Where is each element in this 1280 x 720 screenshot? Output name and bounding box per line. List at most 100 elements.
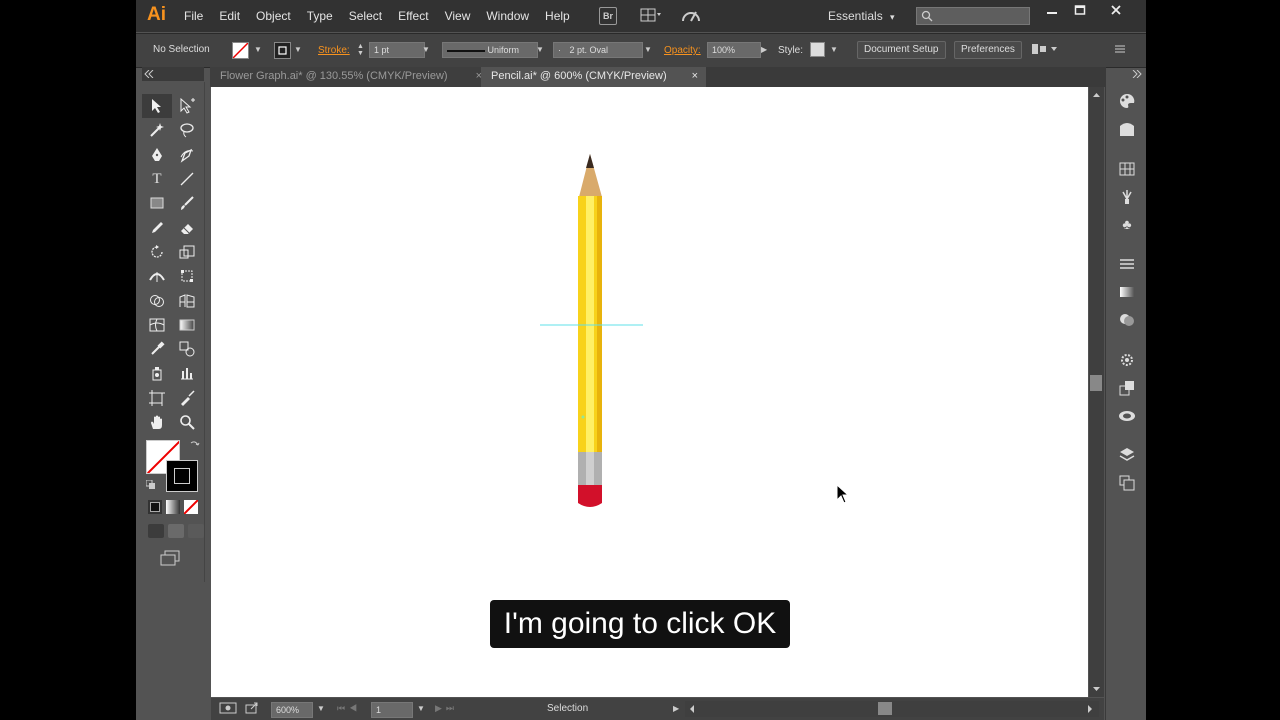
- menu-edit[interactable]: Edit: [219, 9, 240, 23]
- brush-definition[interactable]: · 2 pt. Oval: [553, 42, 643, 58]
- zoom-dropdown-icon[interactable]: ▼: [317, 704, 325, 713]
- draw-inside-icon[interactable]: [188, 524, 204, 538]
- stroke-label[interactable]: Stroke:: [318, 45, 350, 56]
- paintbrush-tool-icon[interactable]: [172, 191, 202, 215]
- default-colors-icon[interactable]: [146, 480, 156, 490]
- scroll-up-arrow-icon[interactable]: [1089, 89, 1104, 101]
- opacity-field[interactable]: 100%: [707, 42, 761, 58]
- scroll-down-arrow-icon[interactable]: [1089, 683, 1104, 695]
- graphic-styles-panel-icon[interactable]: [1118, 379, 1136, 397]
- shape-builder-tool-icon[interactable]: [142, 288, 172, 312]
- screen-mode-icon[interactable]: [160, 550, 180, 571]
- preferences-button[interactable]: Preferences: [954, 41, 1022, 59]
- eraser-tool-icon[interactable]: [172, 215, 202, 239]
- artboards-panel-icon[interactable]: [1118, 474, 1136, 492]
- workspace-switcher[interactable]: Essentials ▾: [828, 9, 895, 23]
- draw-normal-icon[interactable]: [148, 524, 164, 538]
- current-tool-label[interactable]: Selection: [547, 703, 588, 714]
- brushes-panel-icon[interactable]: [1118, 188, 1136, 206]
- stroke-swatch[interactable]: [274, 42, 291, 59]
- align-options-icon[interactable]: [1031, 42, 1059, 59]
- opacity-arrow-icon[interactable]: ▶: [761, 45, 767, 54]
- swap-arrow-icon[interactable]: [190, 440, 200, 450]
- free-transform-tool-icon[interactable]: [172, 264, 202, 288]
- menu-help[interactable]: Help: [545, 9, 570, 23]
- width-tool-icon[interactable]: [142, 264, 172, 288]
- scroll-thumb[interactable]: [1090, 375, 1102, 391]
- fill-swatch[interactable]: [232, 42, 249, 59]
- swatches-panel-icon[interactable]: [1118, 160, 1136, 178]
- stroke-color-swatch[interactable]: [166, 460, 198, 492]
- search-input[interactable]: [916, 7, 1030, 25]
- pencil-illustration[interactable]: [578, 154, 602, 507]
- color-guide-icon[interactable]: [1118, 120, 1136, 138]
- artboard-prev-icons[interactable]: ⏮◀: [337, 703, 361, 714]
- scroll-right-arrow-icon[interactable]: [1085, 701, 1095, 717]
- appearance-panel-icon[interactable]: [1118, 351, 1136, 369]
- panel-menu-icon[interactable]: [1113, 43, 1127, 58]
- brush-dropdown-icon[interactable]: ▼: [644, 45, 652, 54]
- gradient-icon[interactable]: [166, 500, 180, 514]
- pen-tool-icon[interactable]: [142, 143, 172, 167]
- transparency-panel-icon[interactable]: [1118, 311, 1136, 329]
- menu-file[interactable]: File: [184, 9, 203, 23]
- none-icon[interactable]: [184, 500, 198, 514]
- eyedropper-tool-icon[interactable]: [142, 337, 172, 361]
- zoom-scale-icon[interactable]: [219, 702, 237, 717]
- perspective-grid-tool-icon[interactable]: [172, 288, 202, 312]
- horizontal-scrollbar[interactable]: [685, 701, 1099, 717]
- h-scroll-thumb[interactable]: [878, 702, 892, 715]
- menu-object[interactable]: Object: [256, 9, 291, 23]
- menu-window[interactable]: Window: [486, 9, 529, 23]
- rectangle-tool-icon[interactable]: [142, 191, 172, 215]
- opacity-label[interactable]: Opacity:: [664, 45, 701, 56]
- zoom-level-field[interactable]: 600%: [271, 702, 313, 718]
- zoom-tool-icon[interactable]: [172, 410, 202, 434]
- close-tab-icon[interactable]: ×: [692, 67, 698, 86]
- rotate-tool-icon[interactable]: [142, 240, 172, 264]
- stroke-dropdown-icon[interactable]: ▼: [294, 45, 302, 54]
- stroke-weight-stepper[interactable]: ▲ ▼: [357, 43, 364, 57]
- variable-width-profile[interactable]: Uniform: [442, 42, 538, 58]
- vertical-scrollbar[interactable]: [1089, 87, 1104, 697]
- stroke-weight-dropdown-icon[interactable]: ▼: [422, 45, 430, 54]
- slice-tool-icon[interactable]: [172, 386, 202, 410]
- menu-type[interactable]: Type: [307, 9, 333, 23]
- color-panel-icon[interactable]: [1118, 92, 1136, 110]
- graphic-style-swatch[interactable]: [810, 42, 825, 57]
- column-graph-tool-icon[interactable]: [172, 361, 202, 385]
- bridge-button[interactable]: Br: [599, 7, 617, 25]
- gradient-tool-icon[interactable]: [172, 313, 202, 337]
- collapse-arrows-icon[interactable]: [144, 70, 154, 78]
- layers-panel-icon[interactable]: [1118, 446, 1136, 464]
- artboard-next-icons[interactable]: ▶⏭: [435, 703, 458, 714]
- color-icon[interactable]: [148, 500, 162, 514]
- type-tool-icon[interactable]: T: [142, 167, 172, 191]
- export-icon[interactable]: [245, 702, 259, 717]
- menu-select[interactable]: Select: [349, 9, 382, 23]
- document-setup-button[interactable]: Document Setup: [857, 41, 946, 59]
- pencil-tool-icon[interactable]: [142, 215, 172, 239]
- line-segment-tool-icon[interactable]: [172, 167, 202, 191]
- maximize-icon[interactable]: [1074, 3, 1086, 19]
- style-dropdown-icon[interactable]: ▼: [830, 45, 838, 54]
- tab-pencil[interactable]: Pencil.ai* @ 600% (CMYK/Preview) ×: [481, 67, 706, 87]
- symbols-panel-icon[interactable]: ♣: [1118, 215, 1136, 233]
- magic-wand-tool-icon[interactable]: [142, 118, 172, 142]
- scale-tool-icon[interactable]: [172, 240, 202, 264]
- artboard-dropdown-icon[interactable]: ▼: [417, 704, 425, 713]
- curvature-tool-icon[interactable]: [172, 143, 202, 167]
- menu-effect[interactable]: Effect: [398, 9, 428, 23]
- arrange-documents-icon[interactable]: [638, 7, 664, 23]
- creative-cloud-libraries-icon[interactable]: [1118, 406, 1136, 424]
- menu-view[interactable]: View: [445, 9, 471, 23]
- selection-tool-icon[interactable]: [142, 94, 172, 119]
- blend-tool-icon[interactable]: [172, 337, 202, 361]
- scroll-left-arrow-icon[interactable]: [687, 701, 697, 717]
- gradient-panel-icon[interactable]: [1118, 283, 1136, 301]
- gpu-performance-icon[interactable]: [680, 7, 702, 23]
- expand-panels-icon[interactable]: [1132, 70, 1142, 78]
- close-icon[interactable]: [1110, 3, 1122, 19]
- stroke-weight-field[interactable]: 1 pt: [369, 42, 425, 58]
- profile-dropdown-icon[interactable]: ▼: [536, 45, 544, 54]
